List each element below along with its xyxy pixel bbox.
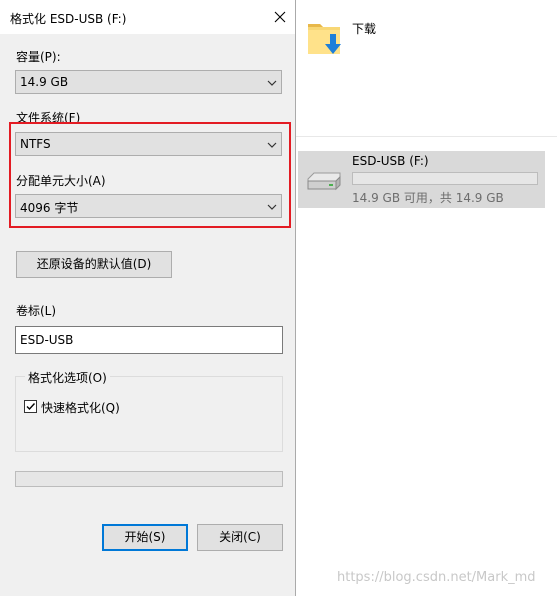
volume-label-label: 卷标(L) bbox=[16, 304, 57, 318]
start-button[interactable]: 开始(S) bbox=[102, 524, 188, 551]
close-icon bbox=[274, 11, 286, 23]
download-folder-icon bbox=[308, 24, 341, 54]
chevron-down-icon bbox=[267, 80, 277, 86]
capacity-value: 14.9 GB bbox=[20, 75, 69, 89]
allocation-unit-value: 4096 字节 bbox=[20, 201, 79, 215]
file-system-label: 文件系统(F) bbox=[16, 111, 81, 125]
dialog-titlebar[interactable]: 格式化 ESD-USB (F:) bbox=[0, 0, 295, 34]
chevron-down-icon bbox=[267, 204, 277, 210]
dialog-title: 格式化 ESD-USB (F:) bbox=[10, 12, 127, 26]
volume-label-input[interactable]: ESD-USB bbox=[15, 326, 283, 354]
drive-usage-bar bbox=[352, 172, 538, 185]
close-button[interactable] bbox=[268, 5, 292, 29]
file-system-value: NTFS bbox=[20, 137, 51, 151]
quick-format-checkbox[interactable] bbox=[24, 400, 37, 413]
capacity-label: 容量(P): bbox=[16, 50, 61, 64]
drive-tile-esd-usb[interactable]: ESD-USB (F:) 14.9 GB 可用，共 14.9 GB bbox=[298, 151, 545, 208]
format-dialog: 格式化 ESD-USB (F:) 容量(P): 14.9 GB 文件系统(F) … bbox=[0, 0, 296, 596]
capacity-select[interactable]: 14.9 GB bbox=[15, 70, 282, 94]
format-options-legend: 格式化选项(O) bbox=[25, 369, 110, 386]
format-progress-bar bbox=[15, 471, 283, 487]
downloads-folder-label[interactable]: 下载 bbox=[352, 20, 376, 37]
watermark: https://blog.csdn.net/Mark_md bbox=[337, 570, 536, 585]
quick-format-label[interactable]: 快速格式化(Q) bbox=[41, 399, 120, 416]
checkmark-icon bbox=[26, 403, 36, 411]
section-divider bbox=[296, 136, 557, 137]
drive-space-text: 14.9 GB 可用，共 14.9 GB bbox=[352, 191, 504, 205]
restore-defaults-button[interactable]: 还原设备的默认值(D) bbox=[16, 251, 172, 278]
allocation-unit-select[interactable]: 4096 字节 bbox=[15, 194, 282, 218]
usb-drive-icon bbox=[307, 172, 341, 191]
volume-label-value: ESD-USB bbox=[20, 333, 74, 347]
drive-name: ESD-USB (F:) bbox=[352, 154, 429, 168]
chevron-down-icon bbox=[267, 142, 277, 148]
allocation-unit-label: 分配单元大小(A) bbox=[16, 174, 106, 188]
dialog-close-button[interactable]: 关闭(C) bbox=[197, 524, 283, 551]
file-system-select[interactable]: NTFS bbox=[15, 132, 282, 156]
